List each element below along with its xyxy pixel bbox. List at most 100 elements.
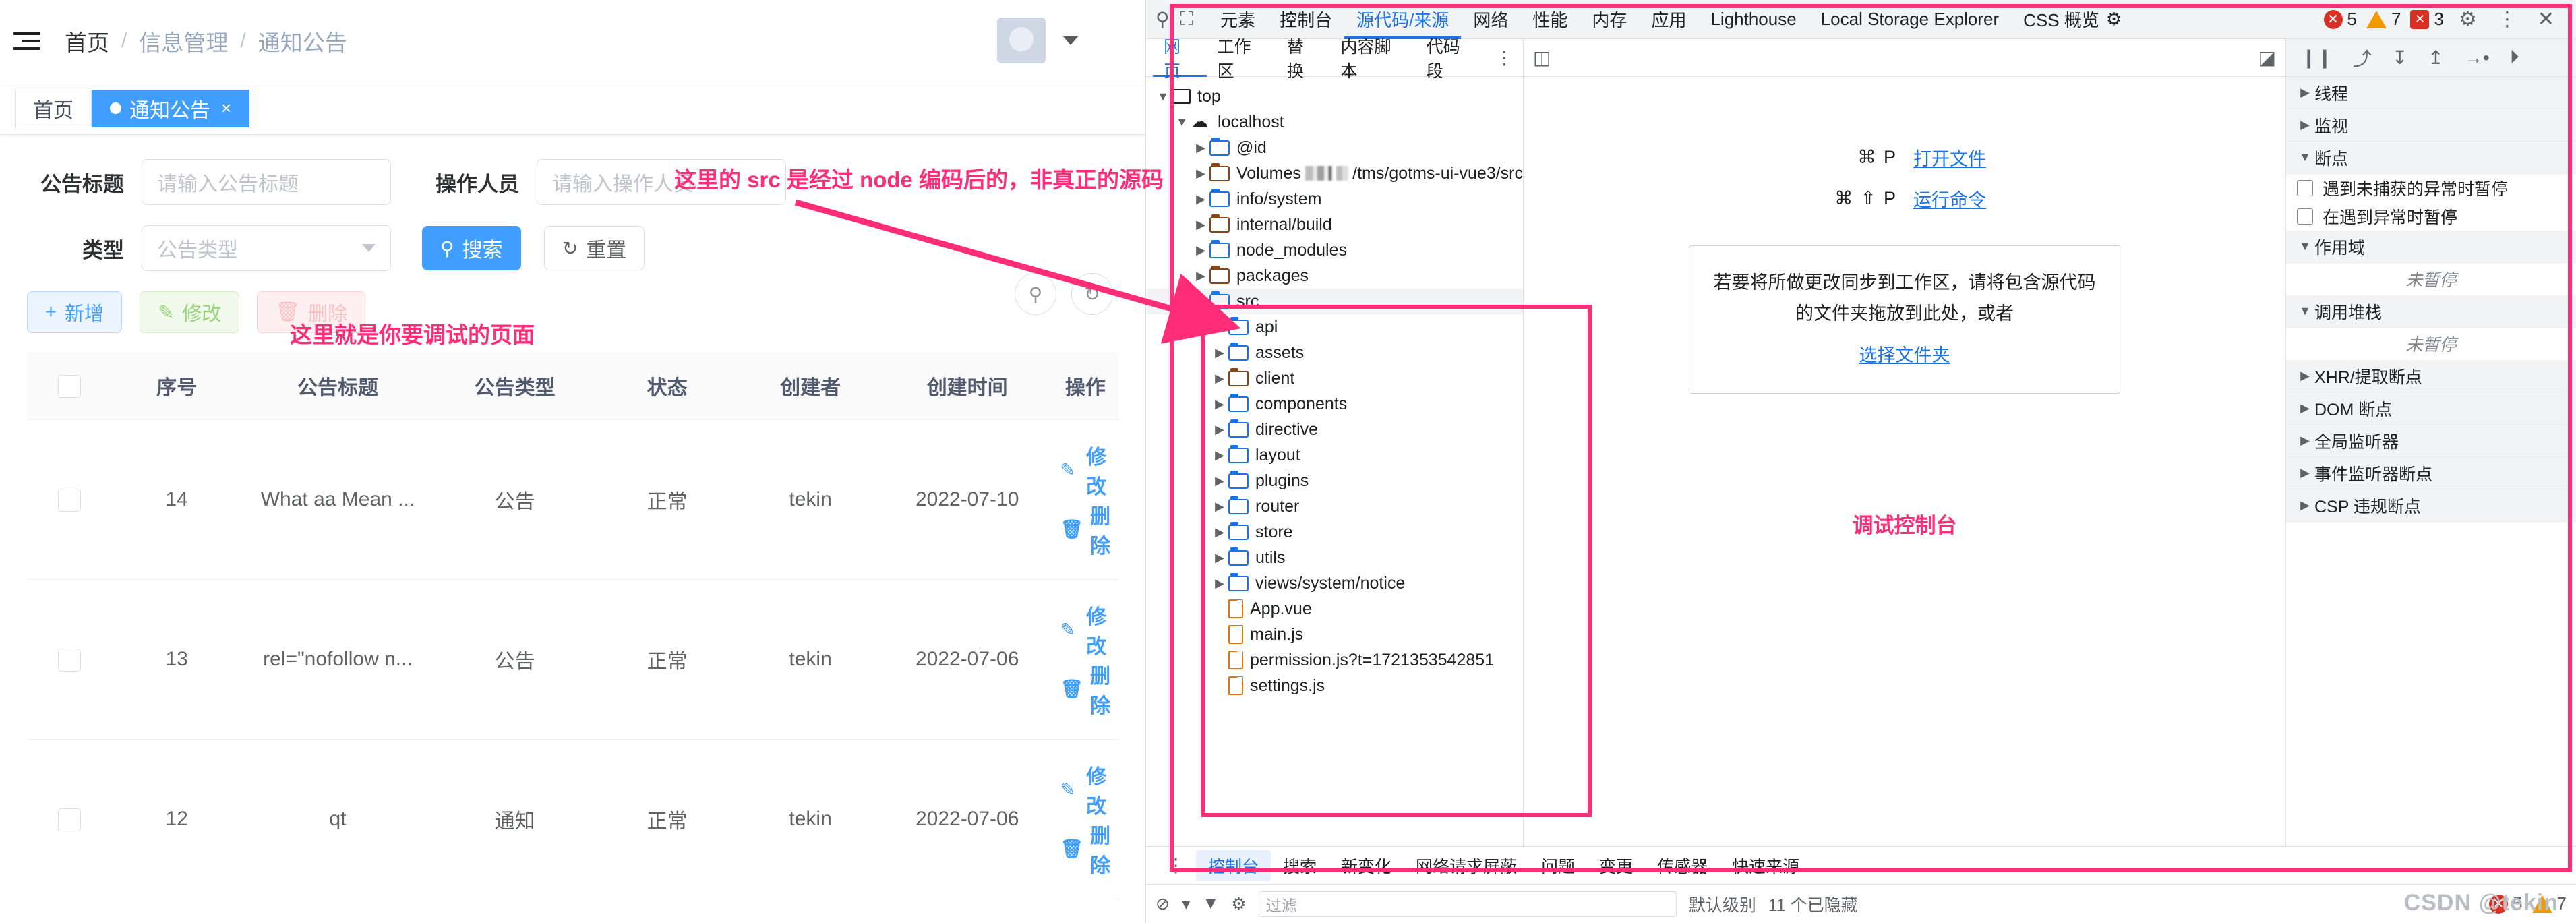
device-toolbar-icon[interactable]: ⛶ — [1180, 8, 1194, 30]
step-over-icon[interactable]: ⤴ — [2353, 44, 2372, 71]
menu-toggle-icon[interactable] — [13, 27, 42, 55]
disclosure-triangle-icon[interactable]: ▶ — [1192, 167, 1209, 181]
tree-node-src[interactable]: ▼ src — [1146, 289, 1523, 314]
tree-node-settings-js[interactable]: settings.js — [1146, 673, 1523, 698]
operator-input[interactable]: 请输入操作人员 — [537, 159, 786, 205]
pause-on-uncaught-exceptions-checkbox[interactable] — [2297, 180, 2313, 196]
disclosure-triangle-icon[interactable]: ▼ — [2296, 150, 2314, 165]
tree-node-layout[interactable]: ▶ layout — [1146, 442, 1523, 468]
debugger-section-global-listeners[interactable]: ▶ 全局监听器 — [2286, 425, 2576, 457]
disclosure-triangle-icon[interactable]: ▼ — [2296, 239, 2314, 254]
drawer-more-kebab-icon[interactable]: ⋮ — [1156, 854, 1196, 876]
disclosure-triangle-icon[interactable]: ▶ — [1192, 269, 1209, 283]
subtab-content-scripts[interactable]: 内容脚本 — [1330, 38, 1416, 81]
disclosure-triangle-icon[interactable]: ▶ — [1192, 141, 1209, 155]
disclosure-triangle-icon[interactable]: ▶ — [1211, 525, 1228, 539]
disclosure-triangle-icon[interactable]: ▶ — [2296, 86, 2314, 100]
debugger-section-dom-breakpoints[interactable]: ▶ DOM 断点 — [2286, 392, 2576, 425]
drawer-tab-issues[interactable]: 问题 — [1529, 850, 1587, 881]
disclosure-triangle-icon[interactable]: ▼ — [1192, 295, 1209, 309]
search-toggle-icon[interactable]: ⚲ — [1015, 273, 1056, 315]
tab-application[interactable]: 应用 — [1639, 0, 1698, 39]
select-folder-link[interactable]: 选择文件夹 — [1859, 345, 1950, 365]
disclosure-triangle-icon[interactable]: ▶ — [1211, 500, 1228, 514]
tab-local-storage-explorer[interactable]: Local Storage Explorer — [1809, 0, 2011, 39]
tab-lighthouse[interactable]: Lighthouse — [1698, 0, 1808, 39]
tree-node-router[interactable]: ▶ router — [1146, 494, 1523, 519]
console-context-icon[interactable]: ▾ — [1182, 894, 1191, 914]
error-count-badge[interactable]: ✕ 5 — [2323, 9, 2357, 30]
breadcrumb-item-notice[interactable]: 通知公告 — [258, 25, 347, 57]
refresh-table-icon[interactable]: ↻ — [1071, 273, 1113, 315]
drawer-tab-search[interactable]: 搜索 — [1271, 850, 1329, 881]
tree-node-plugins[interactable]: ▶ plugins — [1146, 468, 1523, 494]
pause-on-exceptions-row[interactable]: 在遇到异常时暂停 — [2286, 202, 2576, 231]
notice-type-select[interactable]: 公告类型 — [142, 225, 391, 271]
tree-node-internal-build[interactable]: ▶ internal/build — [1146, 212, 1523, 237]
row-edit-link[interactable]: ✎ 修改 — [1060, 440, 1110, 500]
disclosure-triangle-icon[interactable]: ▶ — [2296, 434, 2314, 448]
disclosure-triangle-icon[interactable]: ▼ — [1154, 90, 1172, 104]
tree-node-api[interactable]: ▶ api — [1146, 314, 1523, 340]
navigator-more-kebab-icon[interactable]: ⋮ — [1485, 47, 1523, 69]
console-settings-icon[interactable]: ⚙ — [1231, 894, 1246, 914]
row-checkbox[interactable] — [57, 648, 81, 672]
tree-node-assets[interactable]: ▶ assets — [1146, 340, 1523, 365]
tab-memory[interactable]: 内存 — [1580, 0, 1639, 39]
step-into-icon[interactable]: ↧ — [2392, 47, 2407, 69]
tab-close-icon[interactable]: × — [221, 98, 231, 119]
close-icon[interactable]: ✕ — [2532, 7, 2560, 31]
debugger-section-breakpoints[interactable]: ▼ 断点 — [2286, 142, 2576, 174]
disclosure-triangle-icon[interactable]: ▶ — [1192, 243, 1209, 258]
avatar[interactable] — [997, 18, 1046, 63]
drawer-tab-changes[interactable]: 变更 — [1587, 850, 1645, 881]
tree-node-directive[interactable]: ▶ directive — [1146, 417, 1523, 442]
disclosure-triangle-icon[interactable]: ▶ — [2296, 369, 2314, 383]
disclosure-triangle-icon[interactable]: ▶ — [1211, 320, 1228, 334]
debugger-section-threads[interactable]: ▶ 线程 — [2286, 77, 2576, 109]
drawer-tab-console[interactable]: 控制台 — [1196, 850, 1271, 881]
drawer-tab-sensors[interactable]: 传感器 — [1645, 850, 1720, 881]
row-checkbox[interactable] — [57, 808, 81, 831]
drawer-tab-whats-new[interactable]: 新变化 — [1329, 850, 1404, 881]
inspect-element-icon[interactable]: ⚲ — [1156, 8, 1170, 30]
console-filter-icon[interactable]: ▼ — [1203, 894, 1220, 914]
tree-node-localhost[interactable]: ▼ ☁ localhost — [1146, 109, 1523, 135]
tree-node-top[interactable]: ▼ top — [1146, 84, 1523, 109]
tab-css-overview[interactable]: CSS 概览 ⚙ — [2011, 0, 2134, 39]
drawer-tab-quick-sources[interactable]: 快速来源 — [1720, 850, 1811, 881]
user-menu[interactable] — [997, 18, 1078, 63]
breadcrumb-item-info-mgmt[interactable]: 信息管理 — [139, 25, 228, 57]
drawer-tab-network-blocking[interactable]: 网络请求屏蔽 — [1404, 850, 1529, 881]
tree-node-permission-js[interactable]: permission.js?t=1721353542851 — [1146, 647, 1523, 673]
row-delete-link[interactable]: 🗑 删除 — [1060, 819, 1110, 879]
disclosure-triangle-icon[interactable]: ▶ — [2296, 498, 2314, 512]
tree-node-packages[interactable]: ▶ packages — [1146, 263, 1523, 289]
subtab-workspace[interactable]: 工作区 — [1207, 38, 1276, 81]
more-options-kebab-icon[interactable]: ⋮ — [2492, 7, 2523, 31]
disclosure-triangle-icon[interactable]: ▶ — [1211, 474, 1228, 488]
warning-count-badge[interactable]: 7 — [2366, 9, 2401, 30]
step-icon[interactable]: →• — [2464, 47, 2490, 69]
disclosure-triangle-icon[interactable]: ▼ — [1173, 115, 1191, 129]
tab-performance[interactable]: 性能 — [1520, 0, 1580, 39]
issue-count-badge[interactable]: ✕ 3 — [2410, 9, 2444, 30]
show-navigator-icon[interactable]: ◫ — [1533, 47, 1551, 69]
show-debugger-icon[interactable]: ◪ — [2258, 47, 2276, 69]
breadcrumb-item-home[interactable]: 首页 — [65, 25, 109, 57]
subtab-page[interactable]: 网页 — [1153, 38, 1207, 81]
pause-resume-icon[interactable]: ❙❙ — [2301, 47, 2333, 69]
deactivate-breakpoints-icon[interactable]: ⏵ — [2510, 47, 2519, 69]
delete-button[interactable]: 🗑 删除 — [257, 291, 366, 333]
row-checkbox[interactable] — [57, 488, 81, 512]
select-all-checkbox[interactable] — [57, 374, 81, 398]
disclosure-triangle-icon[interactable]: ▶ — [1192, 218, 1209, 232]
debugger-section-event-listener-breakpoints[interactable]: ▶ 事件监听器断点 — [2286, 457, 2576, 489]
debugger-section-csp-violation-breakpoints[interactable]: ▶ CSP 违规断点 — [2286, 489, 2576, 522]
clear-console-icon[interactable]: ⊘ — [1156, 894, 1170, 914]
chevron-down-icon[interactable] — [1063, 36, 1078, 45]
tree-node-utils[interactable]: ▶ utils — [1146, 545, 1523, 570]
tree-node-at-id[interactable]: ▶ @id — [1146, 135, 1523, 160]
tree-node-app-vue[interactable]: App.vue — [1146, 596, 1523, 622]
run-command-link[interactable]: 运行命令 — [1913, 185, 1986, 212]
